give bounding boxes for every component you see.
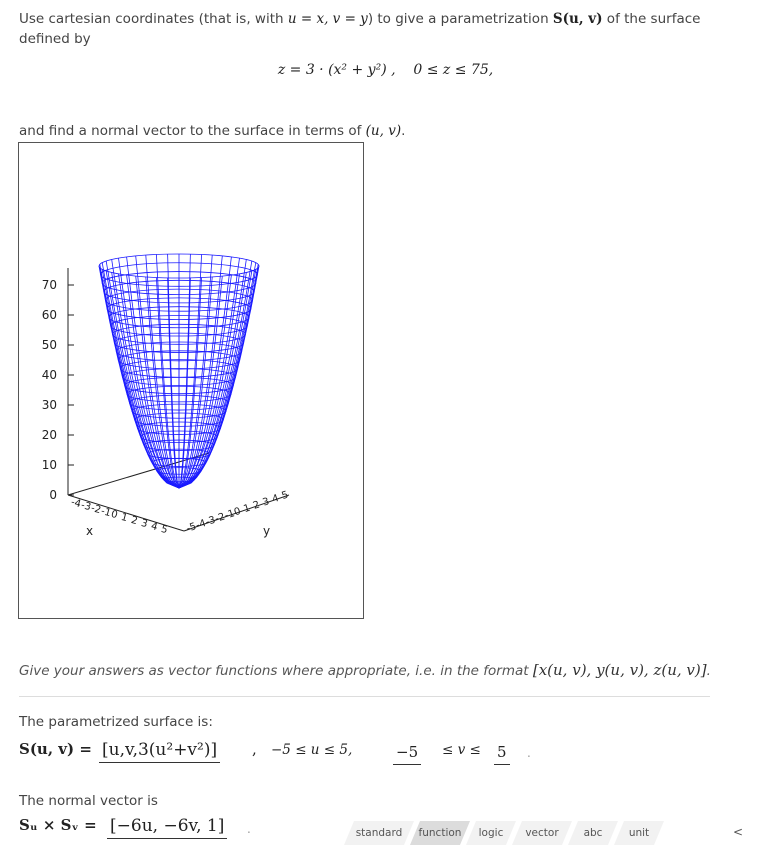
- intro-text-2: ) to give a parametrization: [367, 11, 553, 27]
- normal-prompt-end: .: [401, 123, 406, 139]
- u-range: −5 ≤ u ≤ 5,: [271, 742, 353, 758]
- keyboard-tab-standard[interactable]: standard: [344, 821, 414, 845]
- y-axis-label: y: [263, 524, 270, 538]
- divider: [19, 696, 710, 697]
- y-tick-label: 4: [271, 493, 280, 505]
- keyboard-tab-vector[interactable]: vector: [512, 821, 572, 845]
- z-tick-label: 50: [42, 338, 57, 352]
- x-axis-ticks: -4-3-2-10 1 2 3 4 5: [70, 497, 169, 536]
- param-row: S(u, v) = [u,v,3(u²+v²)] , −5 ≤ u ≤ 5, −…: [19, 738, 759, 768]
- z-tick-label: 60: [42, 308, 57, 322]
- x-axis-label: x: [86, 524, 93, 538]
- z-axis-ticks: 70 60 50 40 30 20 10 0: [42, 278, 74, 502]
- y-tick-label: 2: [252, 499, 261, 511]
- paraboloid-mesh: [98, 253, 260, 489]
- normal-prompt-text: and find a normal vector to the surface …: [19, 123, 366, 139]
- answer-format-hint: Give your answers as vector functions wh…: [19, 661, 711, 679]
- collapse-chevron-icon[interactable]: <: [733, 825, 743, 839]
- param-dot: .: [527, 746, 531, 760]
- normal-prompt-math: (u, v): [365, 123, 402, 139]
- v-range-middle: ≤ v ≤: [442, 742, 481, 758]
- z-tick-label: 40: [42, 368, 57, 382]
- y-tick-label: 1: [242, 503, 251, 515]
- y-axis-ticks: -5-4-3-2-10 1 2 3 4 5: [185, 490, 290, 535]
- intro-text-1: Use cartesian coordinates (that is, with: [19, 11, 288, 27]
- surface-plot[interactable]: 70 60 50 40 30 20 10 0 -4 -3 -2 -1 0 1 2 3 4 5 -5 -4 -3 -2-…: [18, 142, 364, 619]
- intro-math-S: S(u, v): [552, 11, 603, 27]
- normal-lhs: Sᵤ × Sᵥ =: [19, 816, 97, 834]
- keyboard-tab-logic[interactable]: logic: [466, 821, 516, 845]
- y-tick-label: 5: [280, 490, 289, 502]
- keyboard-tab-function[interactable]: function: [410, 821, 470, 845]
- surface-equation: z = 3 · (x² + y²) , 0 ≤ z ≤ 75,: [0, 62, 771, 78]
- question-intro: Use cartesian coordinates (that is, with…: [19, 9, 709, 49]
- keyboard-tab-unit[interactable]: unit: [614, 821, 664, 845]
- hint-end: .: [706, 663, 711, 679]
- x-tick-label: 1: [120, 512, 129, 524]
- z-tick-label: 70: [42, 278, 57, 292]
- hint-text: Give your answers as vector functions wh…: [19, 663, 533, 679]
- equation-lhs: z = 3 · (x² + y²) ,: [277, 62, 396, 78]
- plot-floor-axes: [67, 452, 290, 532]
- hint-format: [x(u, v), y(u, v), z(u, v)]: [532, 661, 707, 679]
- normal-label: The normal vector is: [19, 793, 158, 809]
- x-tick-label: 4: [150, 521, 159, 533]
- param-label: The parametrized surface is:: [19, 714, 213, 730]
- normal-dot: .: [247, 822, 251, 836]
- param-comma: ,: [252, 740, 257, 758]
- z-tick-label: 0: [49, 488, 57, 502]
- surface-plot-svg[interactable]: 706050403020100 -4-3-2-10 1 2 3 4 5 -5-4-3-2-…: [19, 143, 365, 620]
- z-tick-label: 10: [42, 458, 57, 472]
- z-tick-label: 30: [42, 398, 57, 412]
- math-keyboard-tabs: standard function logic vector abc unit: [344, 821, 771, 845]
- x-tick-label: 2: [130, 515, 139, 527]
- intro-math-uv: u = x, v = y: [287, 11, 368, 27]
- v-lower-input[interactable]: −5: [393, 740, 422, 765]
- normal-prompt: and find a normal vector to the surface …: [19, 121, 405, 141]
- keyboard-tab-abc[interactable]: abc: [568, 821, 618, 845]
- normal-answer-input[interactable]: [−6u, −6v, 1]: [107, 814, 228, 839]
- x-tick-label: 3: [140, 518, 149, 530]
- z-tick-label: 20: [42, 428, 57, 442]
- x-tick-label: 0: [110, 509, 119, 521]
- equation-range: 0 ≤ z ≤ 75,: [413, 62, 494, 78]
- v-upper-input[interactable]: 5: [494, 740, 510, 765]
- param-lhs: S(u, v) =: [19, 740, 92, 758]
- y-tick-label: 3: [261, 496, 270, 508]
- mesh-meridian: [156, 277, 180, 489]
- param-answer-input[interactable]: [u,v,3(u²+v²)]: [99, 738, 221, 763]
- x-tick-label: 5: [160, 524, 169, 536]
